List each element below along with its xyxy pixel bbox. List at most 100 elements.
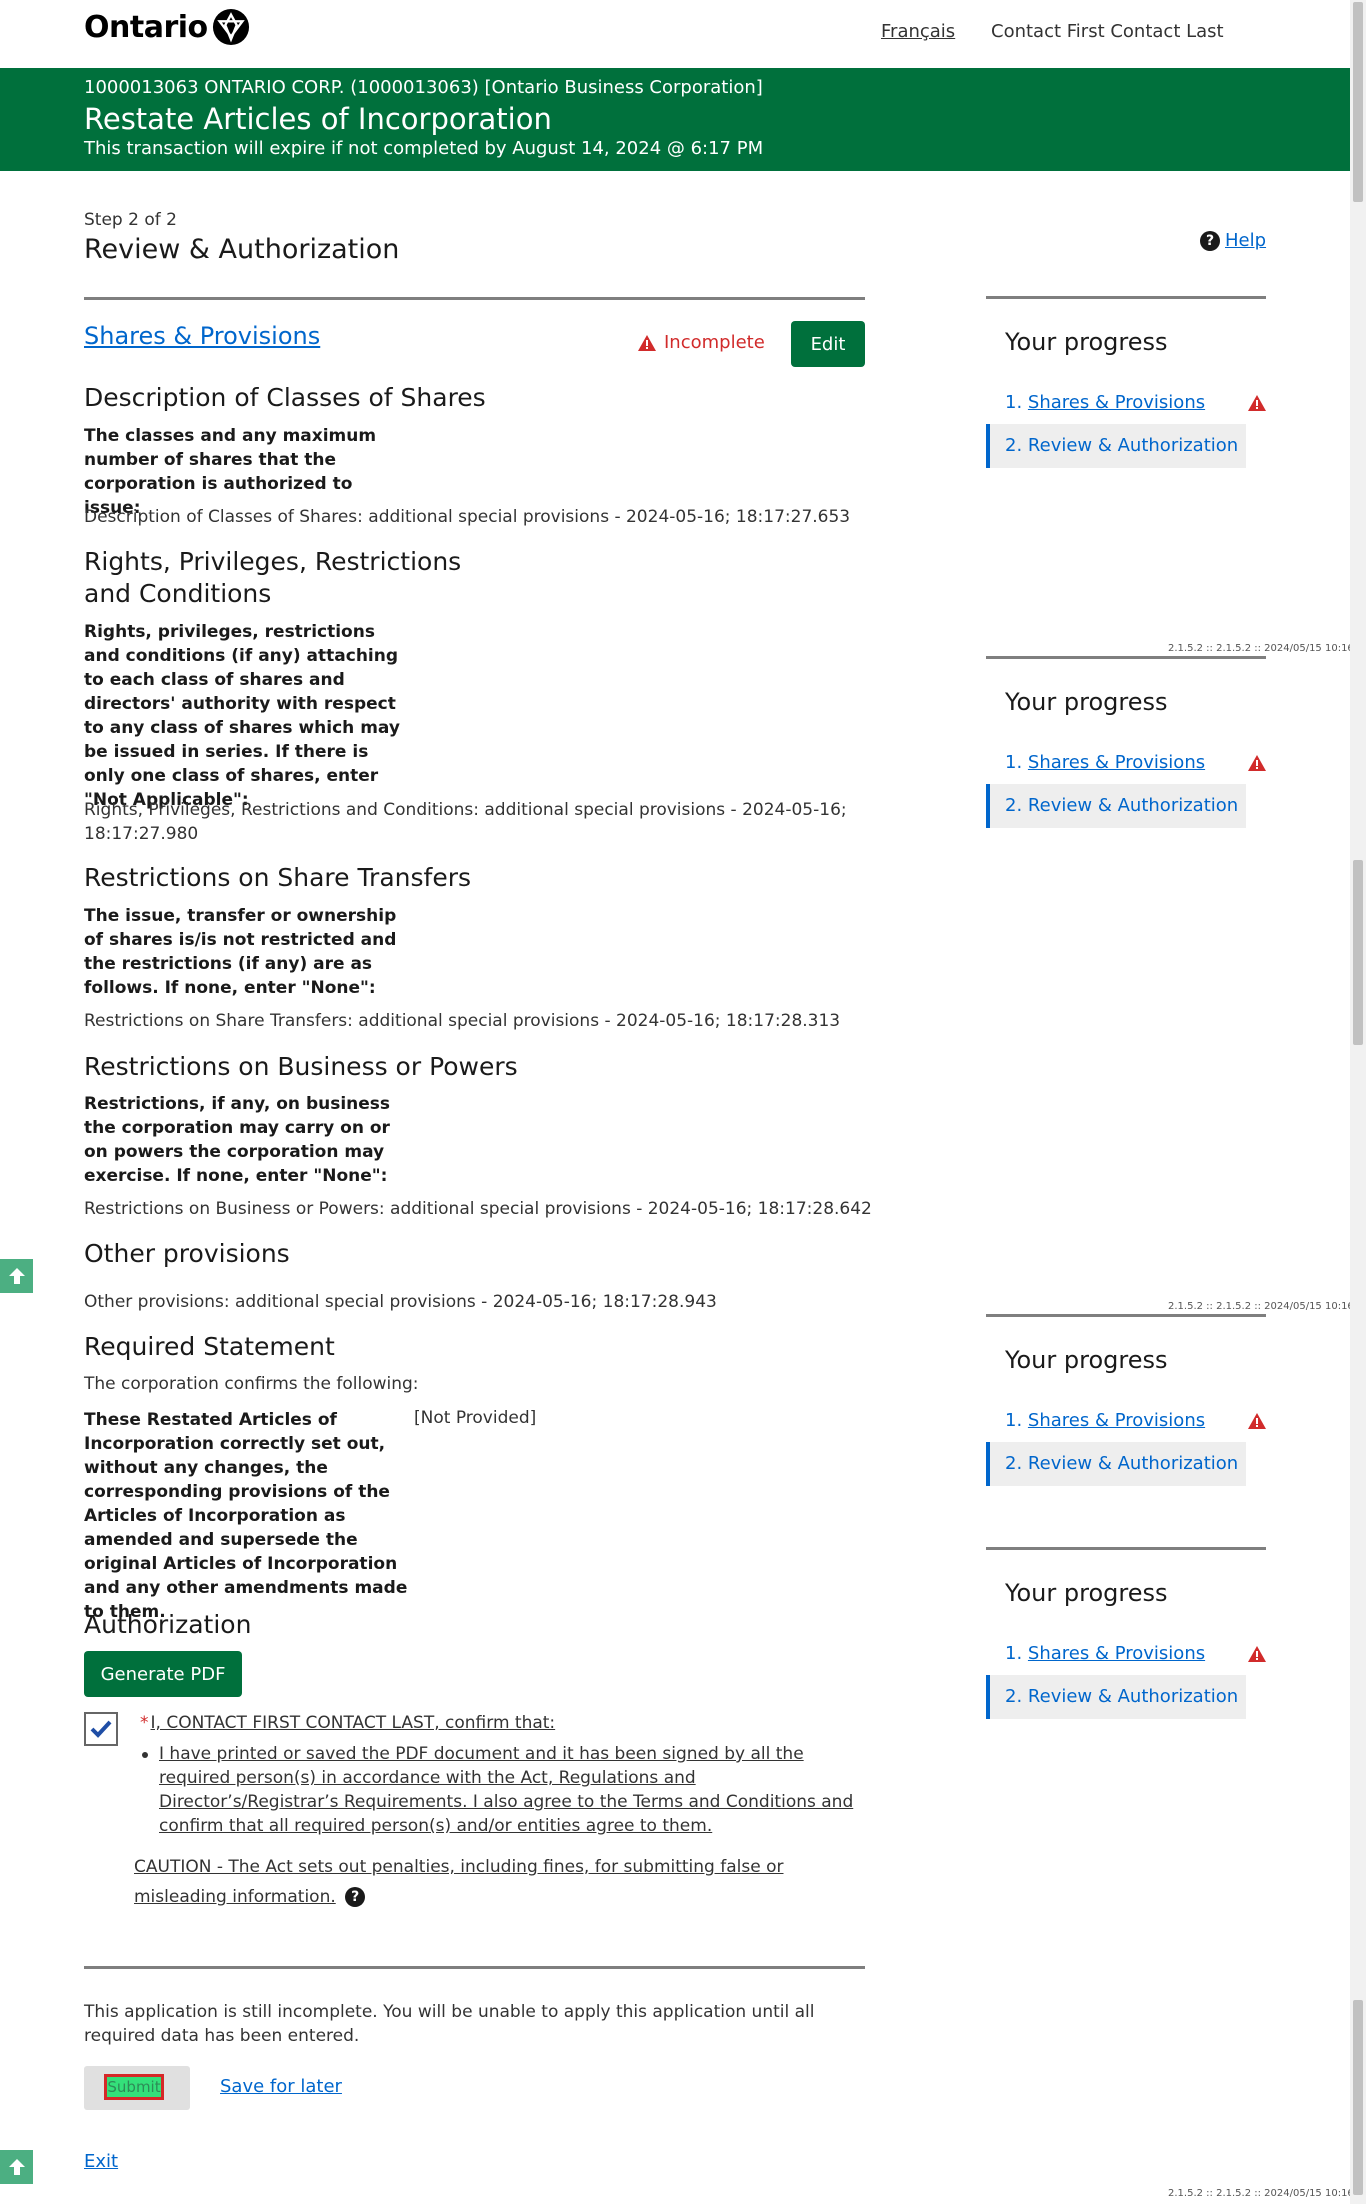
- panel-divider: [986, 1314, 1266, 1317]
- scrollbar-thumb[interactable]: [1353, 860, 1363, 1045]
- progress-item-label[interactable]: Shares & Provisions: [1028, 392, 1205, 413]
- bullet-dot: [142, 1752, 148, 1758]
- trillium-icon: [212, 8, 249, 46]
- progress-item-shares[interactable]: 1. Shares & Provisions: [1005, 1410, 1205, 1431]
- progress-item-label[interactable]: Shares & Provisions: [1028, 752, 1205, 773]
- progress-item-label[interactable]: Shares & Provisions: [1028, 1643, 1205, 1664]
- save-for-later-link[interactable]: Save for later: [220, 2076, 342, 2097]
- exit-link[interactable]: Exit: [84, 2151, 118, 2172]
- progress-item-number: 2.: [1005, 435, 1023, 456]
- progress-item-review[interactable]: 2. Review & Authorization: [986, 424, 1246, 468]
- required-statement-intro: The corporation confirms the following:: [84, 1374, 419, 1394]
- field-heading: Description of Classes of Shares: [84, 383, 486, 412]
- language-toggle-link[interactable]: Français: [881, 21, 955, 42]
- page-title: Restate Articles of Incorporation: [84, 102, 552, 136]
- progress-item-number: 1.: [1005, 1643, 1023, 1664]
- progress-title: Your progress: [1005, 1579, 1168, 1607]
- ontario-logo[interactable]: Ontario: [84, 8, 250, 46]
- warning-icon: [1248, 395, 1266, 411]
- field-heading: Rights, Privileges, Restrictions and Con…: [84, 547, 462, 608]
- progress-item-shares[interactable]: 1. Shares & Provisions: [1005, 392, 1205, 413]
- progress-item-shares[interactable]: 1. Shares & Provisions: [1005, 1643, 1205, 1664]
- step-indicator: Step 2 of 2: [84, 210, 177, 230]
- help-link-label[interactable]: Help: [1225, 230, 1266, 251]
- caution-notice: CAUTION - The Act sets out penalties, in…: [134, 1852, 874, 1912]
- caution-text: CAUTION - The Act sets out penalties, in…: [134, 1857, 784, 1907]
- back-to-top-button[interactable]: [0, 2150, 33, 2184]
- progress-item-number: 2.: [1005, 795, 1023, 816]
- logo-text: Ontario: [84, 9, 208, 45]
- field-heading: Restrictions on Business or Powers: [84, 1052, 518, 1081]
- incomplete-label: Incomplete: [664, 332, 765, 353]
- progress-item-number: 2.: [1005, 1453, 1023, 1474]
- progress-item-shares[interactable]: 1. Shares & Provisions: [1005, 752, 1205, 773]
- confirm-statement: * I, CONTACT FIRST CONTACT LAST, confirm …: [140, 1713, 555, 1733]
- progress-item-number: 1.: [1005, 752, 1023, 773]
- field-label: The issue, transfer or ownership of shar…: [84, 906, 397, 998]
- field-heading: Other provisions: [84, 1239, 290, 1268]
- progress-item-label: Review & Authorization: [1027, 795, 1239, 816]
- incomplete-status: Incomplete: [638, 332, 765, 353]
- required-statement-heading: Required Statement: [84, 1332, 335, 1361]
- top-bar: Ontario Français Contact First Contact L…: [0, 0, 1350, 68]
- checkmark-icon: [90, 1720, 112, 1738]
- warning-icon: [1248, 755, 1266, 771]
- incomplete-message: This application is still incomplete. Yo…: [84, 2002, 815, 2046]
- field-label: Restrictions, if any, on business the co…: [84, 1094, 391, 1186]
- field-value: Restrictions on Share Transfers: additio…: [84, 1011, 841, 1031]
- version-label: 2.1.5.2 :: 2.1.5.2 :: 2024/05/15 10:16: [1168, 643, 1354, 654]
- field-value: Restrictions on Business or Powers: addi…: [84, 1199, 872, 1219]
- page-scrollbar[interactable]: [1350, 0, 1366, 2204]
- progress-item-number: 1.: [1005, 1410, 1023, 1431]
- generate-pdf-button[interactable]: Generate PDF: [84, 1651, 242, 1697]
- back-to-top-button[interactable]: [0, 1259, 33, 1293]
- footer-divider: [84, 1966, 865, 1969]
- warning-icon: [1248, 1413, 1266, 1429]
- panel-divider: [986, 656, 1266, 659]
- progress-item-number: 1.: [1005, 392, 1023, 413]
- expiry-notice: This transaction will expire if not comp…: [84, 138, 764, 159]
- progress-item-label: Review & Authorization: [1027, 1453, 1239, 1474]
- step-title: Review & Authorization: [84, 234, 400, 265]
- required-statement-value: [Not Provided]: [414, 1408, 537, 1428]
- field-label: Rights, privileges, restrictions and con…: [84, 622, 400, 810]
- required-marker: *: [140, 1713, 149, 1733]
- progress-title: Your progress: [1005, 1346, 1168, 1374]
- shares-provisions-link[interactable]: Shares & Provisions: [84, 322, 320, 350]
- arrow-up-icon: [8, 1268, 25, 1284]
- progress-title: Your progress: [1005, 328, 1168, 356]
- version-label: 2.1.5.2 :: 2.1.5.2 :: 2024/05/15 10:16: [1168, 1301, 1354, 1312]
- help-icon: ?: [1200, 230, 1220, 251]
- submit-button[interactable]: Submit: [104, 2074, 164, 2100]
- field-value: Other provisions: additional special pro…: [84, 1292, 717, 1312]
- confirm-bullet-text: I have printed or saved the PDF document…: [159, 1744, 854, 1836]
- section-divider: [84, 297, 865, 300]
- progress-item-review[interactable]: 2. Review & Authorization: [986, 784, 1246, 828]
- field-value: Rights, Privileges, Restrictions and Con…: [84, 800, 847, 844]
- confirm-label: I, CONTACT FIRST CONTACT LAST, confirm t…: [150, 1713, 556, 1733]
- corporation-info: 1000013063 ONTARIO CORP. (1000013063) [O…: [84, 77, 763, 98]
- scrollbar-thumb[interactable]: [1353, 2000, 1363, 2195]
- confirm-bullet: I have printed or saved the PDF document…: [142, 1742, 867, 1838]
- scrollbar-thumb[interactable]: [1353, 2, 1363, 202]
- edit-button[interactable]: Edit: [791, 321, 865, 367]
- progress-item-review[interactable]: 2. Review & Authorization: [986, 1675, 1246, 1719]
- authorization-heading: Authorization: [84, 1610, 252, 1639]
- progress-item-label[interactable]: Shares & Provisions: [1028, 1410, 1205, 1431]
- warning-icon: [638, 334, 656, 351]
- progress-item-review[interactable]: 2. Review & Authorization: [986, 1442, 1246, 1486]
- confirm-checkbox[interactable]: [84, 1712, 118, 1746]
- panel-divider: [986, 296, 1266, 299]
- required-statement-label: These Restated Articles of Incorporation…: [84, 1410, 408, 1622]
- progress-item-label: Review & Authorization: [1027, 1686, 1239, 1707]
- version-label: 2.1.5.2 :: 2.1.5.2 :: 2024/05/15 10:16: [1168, 2188, 1354, 2199]
- help-icon[interactable]: ?: [345, 1887, 366, 1907]
- transaction-banner: 1000013063 ONTARIO CORP. (1000013063) [O…: [0, 68, 1350, 171]
- user-name[interactable]: Contact First Contact Last: [991, 21, 1224, 42]
- arrow-up-icon: [8, 2159, 25, 2175]
- help-link[interactable]: ? Help: [1200, 230, 1266, 251]
- submit-button-container: Submit: [84, 2066, 190, 2110]
- progress-title: Your progress: [1005, 688, 1168, 716]
- field-value: Description of Classes of Shares: additi…: [84, 507, 851, 527]
- progress-item-label: Review & Authorization: [1027, 435, 1239, 456]
